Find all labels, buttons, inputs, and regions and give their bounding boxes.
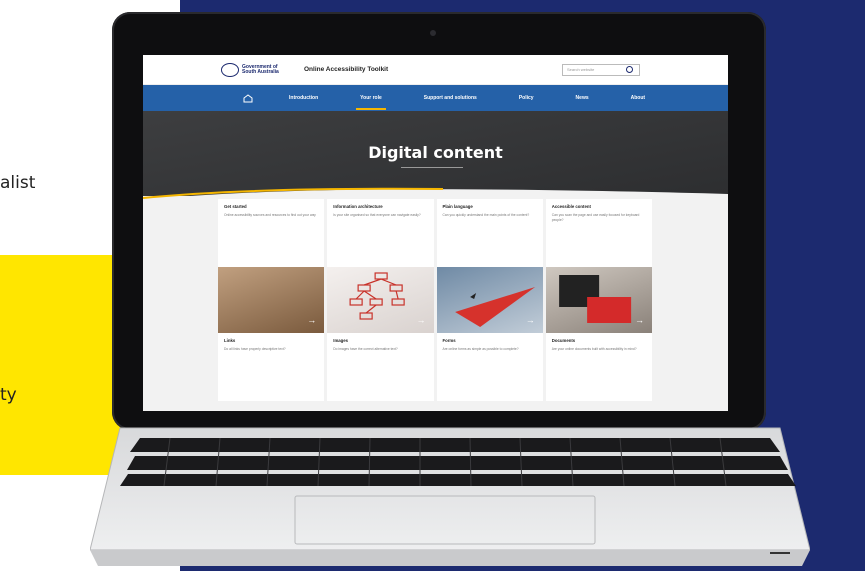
site-title[interactable]: Online Accessibility Toolkit <box>304 66 388 73</box>
card-image-wood-blocks[interactable]: → <box>218 267 325 333</box>
card-information-architecture[interactable]: Information architecture Is your site or… <box>327 199 434 267</box>
card-images[interactable]: Images Do images have the correct altern… <box>327 333 434 401</box>
site-header: Government of South Australia Online Acc… <box>143 55 728 85</box>
card-documents[interactable]: Documents Are your online documents buil… <box>545 333 652 401</box>
cards-row-bottom: Links Do all links have properly descrip… <box>218 333 652 401</box>
card-image-red-box[interactable]: → <box>545 267 652 333</box>
laptop: Government of South Australia Online Acc… <box>0 0 865 571</box>
hero-swoosh <box>143 187 728 200</box>
nav-item-news[interactable]: News <box>576 95 589 101</box>
home-icon[interactable] <box>243 93 253 103</box>
card-image-red-diagram[interactable]: → <box>327 267 434 333</box>
gov-logo[interactable]: Government of South Australia <box>221 62 282 77</box>
nav-item-support[interactable]: Support and solutions <box>424 95 477 101</box>
nav-item-about[interactable]: About <box>631 95 645 101</box>
arrow-icon: → <box>525 315 535 325</box>
search-icon[interactable] <box>626 66 633 73</box>
nav-item-your-role[interactable]: Your role <box>356 95 386 110</box>
crest-icon <box>221 62 239 77</box>
card-links[interactable]: Links Do all links have properly descrip… <box>218 333 325 401</box>
card-image-paper-plane[interactable]: → <box>436 267 543 333</box>
hero-banner: Digital content <box>143 111 728 200</box>
nav-item-policy[interactable]: Policy <box>519 95 534 101</box>
card-get-started[interactable]: Get started Online accessibility sources… <box>218 199 325 267</box>
arrow-icon: → <box>307 315 317 325</box>
nav-item-introduction[interactable]: Introduction <box>289 95 318 101</box>
card-forms[interactable]: Forms Are online forms as simple as poss… <box>436 333 543 401</box>
gov-name: Government of South Australia <box>242 63 279 75</box>
title-underline <box>401 167 463 168</box>
search-box[interactable]: Search website <box>562 63 640 76</box>
search-input[interactable]: Search website <box>563 67 626 72</box>
arrow-icon: → <box>635 315 644 325</box>
camera-icon <box>430 30 436 36</box>
card-accessible-content[interactable]: Accessible content Can you scan the page… <box>545 199 652 267</box>
website-display: Government of South Australia Online Acc… <box>143 55 728 411</box>
laptop-base <box>90 427 810 566</box>
main-nav: Introduction Your role Support and solut… <box>143 85 728 111</box>
arrow-icon: → <box>416 315 426 325</box>
cards-row-top: Get started Online accessibility sources… <box>218 199 652 333</box>
page-title: Digital content <box>368 143 503 162</box>
card-plain-language[interactable]: Plain language Can you quickly understan… <box>436 199 543 267</box>
